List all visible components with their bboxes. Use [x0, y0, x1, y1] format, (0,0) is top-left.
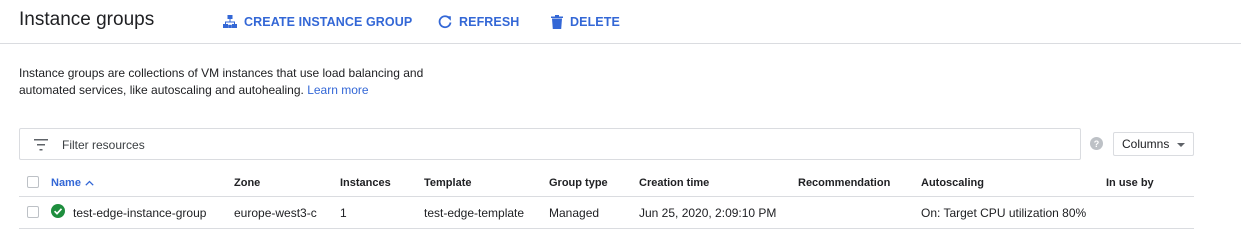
check-circle-icon — [51, 204, 65, 221]
instance-group-link[interactable]: test-edge-instance-group — [73, 206, 206, 220]
column-header-recommendation[interactable]: Recommendation — [798, 170, 890, 196]
create-instance-group-button[interactable]: CREATE INSTANCE GROUP — [223, 12, 412, 32]
page-title: Instance groups — [19, 9, 155, 30]
refresh-label: REFRESH — [459, 15, 520, 29]
column-header-name[interactable]: Name — [51, 170, 94, 196]
instance-group-icon — [223, 15, 237, 29]
dropdown-arrow-icon — [1177, 143, 1185, 147]
filter-bar — [19, 128, 1081, 160]
cell-instances: 1 — [340, 205, 347, 220]
row-checkbox[interactable] — [27, 206, 39, 218]
filter-input[interactable] — [62, 135, 1062, 155]
filter-icon[interactable] — [34, 138, 48, 156]
column-header-creation-time[interactable]: Creation time — [639, 170, 709, 196]
columns-label: Columns — [1122, 137, 1170, 151]
columns-button[interactable]: Columns — [1113, 132, 1194, 156]
table-row[interactable]: test-edge-instance-group europe-west3-c … — [19, 197, 1194, 229]
create-instance-group-label: CREATE INSTANCE GROUP — [244, 15, 413, 29]
column-header-autoscaling[interactable]: Autoscaling — [921, 170, 984, 196]
delete-button[interactable]: DELETE — [551, 12, 620, 32]
learn-more-link[interactable]: Learn more — [307, 83, 368, 97]
cell-template[interactable]: test-edge-template — [424, 197, 524, 228]
column-header-zone[interactable]: Zone — [234, 170, 260, 196]
svg-text:?: ? — [1094, 139, 1100, 149]
cell-name: test-edge-instance-group — [51, 197, 206, 228]
column-header-in-use-by[interactable]: In use by — [1106, 170, 1154, 196]
cell-creation-time: Jun 25, 2020, 2:09:10 PM — [639, 205, 777, 220]
help-icon[interactable]: ? — [1090, 137, 1103, 155]
column-header-instances[interactable]: Instances — [340, 170, 391, 196]
column-header-template[interactable]: Template — [424, 170, 471, 196]
refresh-icon — [438, 15, 452, 29]
trash-icon — [551, 15, 563, 29]
table-header: Name Zone Instances Template Group type … — [19, 170, 1194, 197]
select-all-checkbox[interactable] — [27, 176, 39, 188]
refresh-button[interactable]: REFRESH — [438, 12, 519, 32]
instance-groups-table: Name Zone Instances Template Group type … — [19, 170, 1194, 229]
cell-group-type: Managed — [549, 205, 600, 220]
sort-ascending-icon — [85, 177, 94, 189]
delete-label: DELETE — [570, 15, 620, 29]
page-header: Instance groups CREATE INSTANCE GROUP RE… — [0, 0, 1241, 44]
page-description: Instance groups are collections of VM in… — [19, 65, 459, 98]
column-header-group-type[interactable]: Group type — [549, 170, 608, 196]
cell-zone: europe-west3-c — [234, 205, 317, 220]
cell-autoscaling: On: Target CPU utilization 80% — [921, 205, 1087, 220]
